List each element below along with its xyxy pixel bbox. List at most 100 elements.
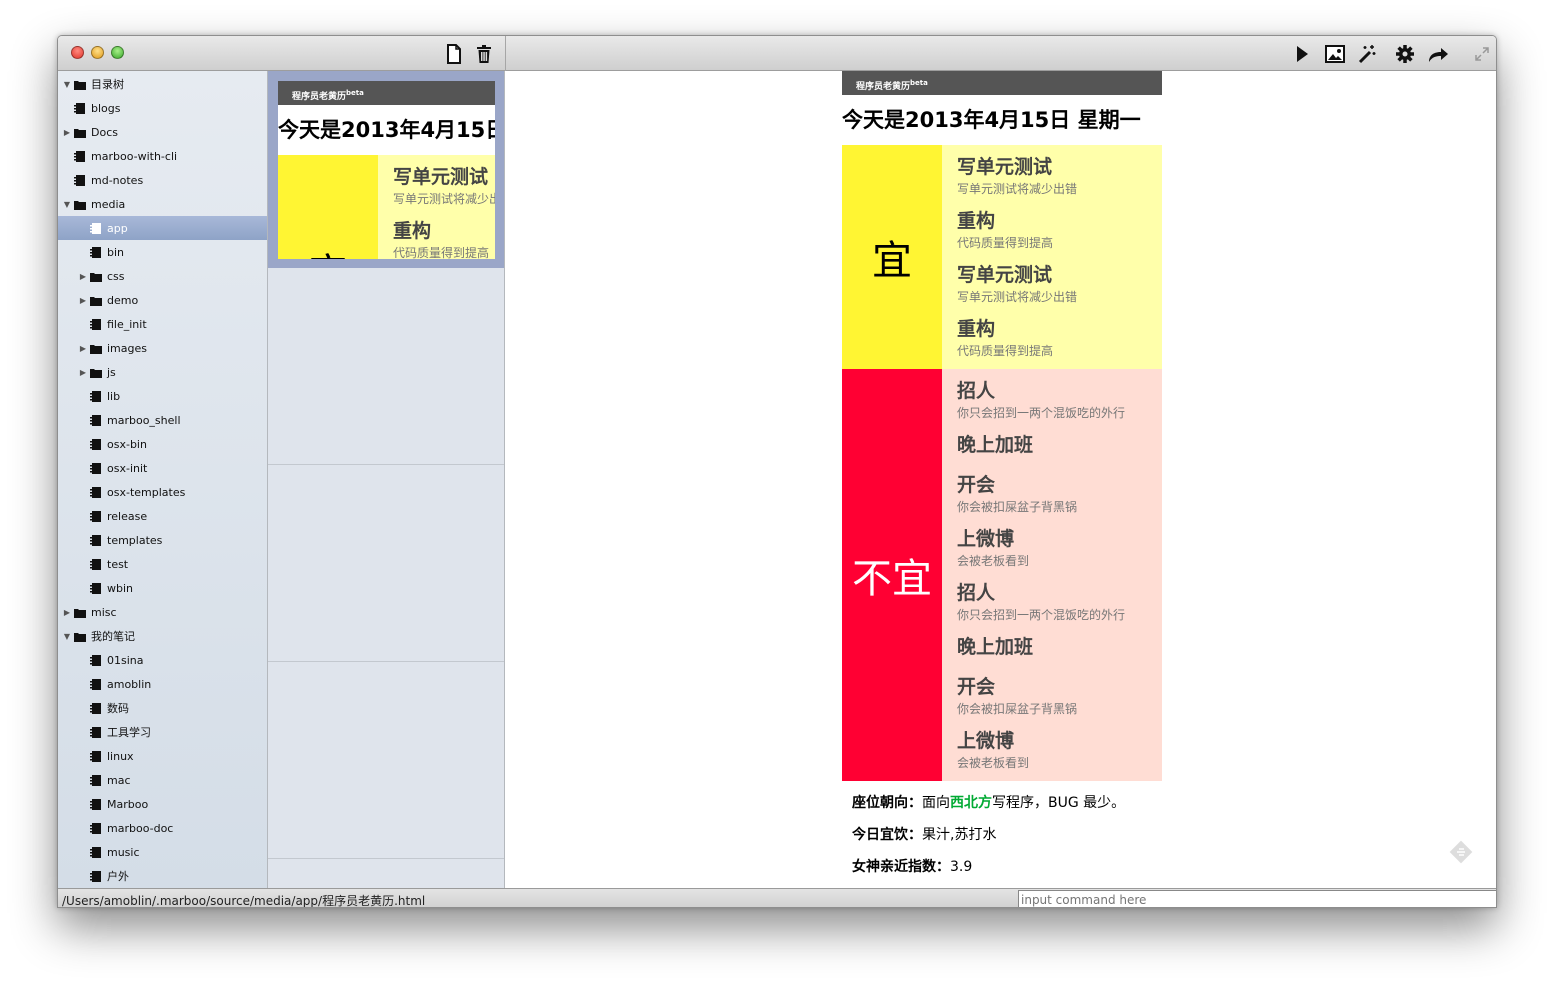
tree-item-label: images — [107, 341, 147, 355]
tree-item-wbin[interactable]: wbin — [58, 576, 267, 600]
tree-item-label: blogs — [91, 101, 121, 115]
item-title: 上微博 — [957, 730, 1015, 752]
tree-item-amoblin[interactable]: amoblin — [58, 672, 267, 696]
item-description: 代码质量得到提高 — [957, 236, 1054, 250]
tree-item-blogs[interactable]: blogs — [58, 96, 267, 120]
tree-item-demo[interactable]: ▶ demo — [58, 288, 267, 312]
tree-item-marboo[interactable]: Marboo — [58, 792, 267, 816]
disclosure-open-icon[interactable]: ▼ — [62, 200, 72, 209]
thumbnail-card-selected[interactable]: 程序员老黄历beta 今天是2013年4月15日 宜 写单元测试写单元测试将减少… — [268, 71, 504, 268]
thumbnail-slot[interactable] — [268, 268, 504, 465]
notebook-icon — [90, 750, 102, 762]
disclosure-closed-icon[interactable]: ▶ — [78, 344, 88, 353]
thumbnail-slot[interactable] — [268, 662, 504, 859]
notebook-icon — [74, 150, 86, 162]
file-thumbnail-list[interactable]: 程序员老黄历beta 今天是2013年4月15日 宜 写单元测试写单元测试将减少… — [268, 71, 505, 888]
disclosure-open-icon[interactable]: ▼ — [62, 80, 72, 89]
tree-item-label: test — [107, 557, 129, 571]
huangli-item: 上微博 会被老板看到 — [957, 525, 1162, 579]
command-input[interactable] — [1018, 890, 1496, 907]
status-bar: /Users/amoblin/.marboo/source/media/app/… — [58, 888, 1496, 908]
disclosure-closed-icon[interactable]: ▶ — [62, 608, 72, 617]
tree-item-js[interactable]: ▶ js — [58, 360, 267, 384]
notebook-icon — [90, 846, 102, 858]
item-title: 开会 — [957, 474, 996, 496]
folder-icon — [74, 607, 86, 618]
item-description: 你只会招到一两个混饭吃的外行 — [957, 608, 1126, 622]
item-description: 写单元测试将减少出错 — [393, 192, 495, 206]
tree-item-bin[interactable]: bin — [58, 240, 267, 264]
huangli-item: 开会 你会被扣屎盆子背黑锅 — [957, 673, 1162, 727]
tree-item-户外[interactable]: 户外 — [58, 864, 267, 888]
fullscreen-icon[interactable] — [1472, 43, 1492, 65]
magic-wand-icon[interactable] — [1356, 43, 1378, 65]
goddess-index: 女神亲近指数：3.9 — [852, 859, 973, 875]
tree-item-目录树[interactable]: ▼ 目录树 — [58, 72, 267, 96]
thumbnail-slot[interactable] — [268, 465, 504, 662]
disclosure-closed-icon[interactable]: ▶ — [78, 368, 88, 377]
notebook-icon — [74, 102, 86, 114]
huangli-item: 重构 代码质量得到提高 — [957, 207, 1162, 261]
tree-item-mac[interactable]: mac — [58, 768, 267, 792]
tree-item-file-init[interactable]: file_init — [58, 312, 267, 336]
item-title: 写单元测试 — [393, 166, 489, 188]
tree-item-osx-templates[interactable]: osx-templates — [58, 480, 267, 504]
gear-icon[interactable] — [1394, 43, 1416, 65]
new-file-icon[interactable] — [444, 43, 464, 65]
tree-item-lib[interactable]: lib — [58, 384, 267, 408]
close-window-button[interactable] — [71, 46, 84, 59]
tree-item-我的笔记[interactable]: ▼ 我的笔记 — [58, 624, 267, 648]
tree-item-app[interactable]: app — [58, 216, 267, 240]
file-path: /Users/amoblin/.marboo/source/media/app/… — [62, 894, 426, 908]
preview-pane[interactable]: 程序员老黄历beta 今天是2013年4月15日 星期一 宜 写单元测试 写单元测… — [506, 71, 1496, 888]
tree-item-md-notes[interactable]: md-notes — [58, 168, 267, 192]
tree-item-osx-init[interactable]: osx-init — [58, 456, 267, 480]
disclosure-closed-icon[interactable]: ▶ — [78, 272, 88, 281]
tree-item-数码[interactable]: 数码 — [58, 696, 267, 720]
item-title: 招人 — [957, 380, 996, 402]
disclosure-closed-icon[interactable]: ▶ — [78, 296, 88, 305]
tree-item-label: templates — [107, 533, 163, 547]
tree-item-release[interactable]: release — [58, 504, 267, 528]
tree-item-marboo-doc[interactable]: marboo-doc — [58, 816, 267, 840]
tree-item-media[interactable]: ▼ media — [58, 192, 267, 216]
tree-item-label: marboo_shell — [107, 413, 181, 427]
item-title: 写单元测试 — [957, 156, 1053, 178]
trash-icon[interactable] — [474, 43, 494, 65]
notebook-icon — [90, 486, 102, 498]
tree-item-label: lib — [107, 389, 121, 403]
tree-item-docs[interactable]: ▶ Docs — [58, 120, 267, 144]
tree-item-label: media — [91, 197, 126, 211]
tree-item-label: bin — [107, 245, 125, 259]
tree-item-label: marboo-doc — [107, 821, 174, 835]
tree-item-osx-bin[interactable]: osx-bin — [58, 432, 267, 456]
tree-item-templates[interactable]: templates — [58, 528, 267, 552]
tree-item-test[interactable]: test — [58, 552, 267, 576]
minimize-window-button[interactable] — [91, 46, 104, 59]
huangli-item: 招人 你只会招到一两个混饭吃的外行 — [957, 377, 1162, 431]
tree-item-工具学习[interactable]: 工具学习 — [58, 720, 267, 744]
tree-item-01sina[interactable]: 01sina — [58, 648, 267, 672]
image-icon[interactable] — [1323, 43, 1347, 65]
tree-item-music[interactable]: music — [58, 840, 267, 864]
tree-item-marboo-shell[interactable]: marboo_shell — [58, 408, 267, 432]
tree-item-label: Marboo — [107, 797, 149, 811]
item-title: 写单元测试 — [957, 264, 1053, 286]
notebook-icon — [90, 534, 102, 546]
tree-item-label: md-notes — [91, 173, 144, 187]
tree-item-marboo-with-cli[interactable]: marboo-with-cli — [58, 144, 267, 168]
tree-item-linux[interactable]: linux — [58, 744, 267, 768]
disclosure-closed-icon[interactable]: ▶ — [62, 128, 72, 137]
thumbnail-good-items: 写单元测试写单元测试将减少出错重构代码质量得到提高 — [378, 155, 495, 259]
play-icon[interactable] — [1292, 43, 1312, 65]
tree-item-misc[interactable]: ▶ misc — [58, 600, 267, 624]
thumbnail-good-section: 宜 写单元测试写单元测试将减少出错重构代码质量得到提高 — [278, 155, 495, 259]
share-arrow-icon[interactable] — [1426, 43, 1450, 65]
disclosure-open-icon[interactable]: ▼ — [62, 632, 72, 641]
item-title: 开会 — [957, 676, 996, 698]
zoom-window-button[interactable] — [111, 46, 124, 59]
tree-item-label: Docs — [91, 125, 118, 139]
tree-item-images[interactable]: ▶ images — [58, 336, 267, 360]
directory-tree-sidebar[interactable]: ▼ 目录树 blogs ▶ Docs marboo-with-cli md-notes ▼ me… — [58, 71, 268, 888]
tree-item-css[interactable]: ▶ css — [58, 264, 267, 288]
